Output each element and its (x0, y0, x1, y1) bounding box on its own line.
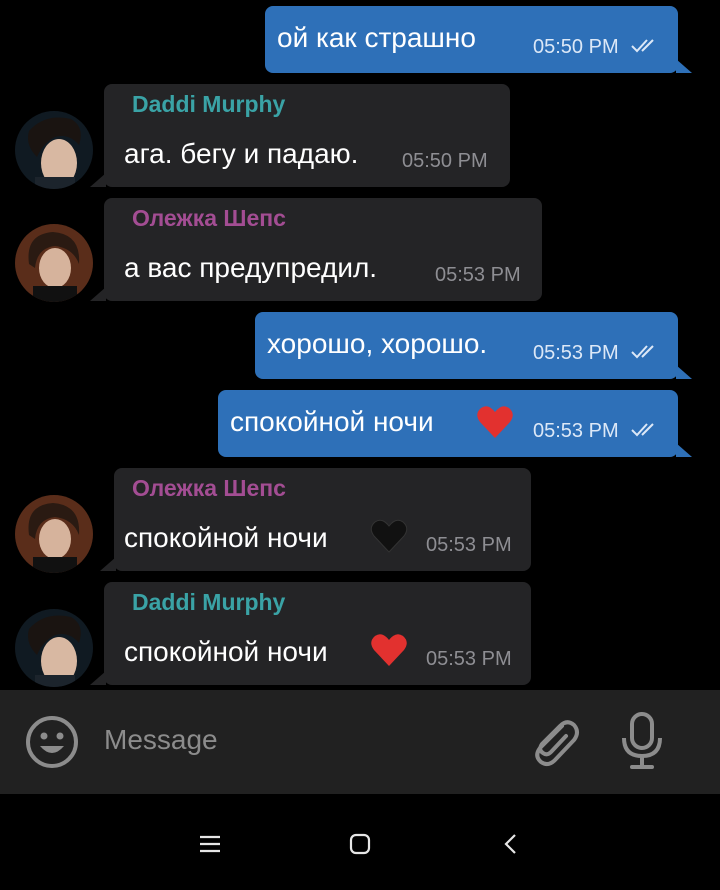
double-check-icon (631, 39, 654, 53)
message-text: хорошо, хорошо. (267, 328, 488, 359)
message-bubble-outgoing[interactable]: хорошо, хорошо. 05:53 PM (255, 312, 692, 379)
message-bubble-incoming[interactable]: Daddi Murphy спокойной ночи 05:53 PM (90, 582, 531, 685)
emoji-icon[interactable] (24, 714, 80, 770)
sender-name[interactable]: Олежка Шепс (132, 475, 286, 502)
message-time: 05:50 PM (402, 150, 488, 172)
red-heart-emoji (371, 634, 407, 666)
sender-name[interactable]: Daddi Murphy (132, 91, 285, 118)
message-text: а вас предупредил. (124, 252, 378, 283)
message-time: 05:53 PM (426, 534, 512, 556)
message-bubble-incoming[interactable]: Олежка Шепс спокойной ночи 05:53 PM (100, 468, 531, 571)
sender-name[interactable]: Daddi Murphy (132, 589, 285, 616)
message-time: 05:53 PM (533, 342, 619, 364)
home-icon[interactable] (340, 824, 380, 864)
attach-icon[interactable] (524, 712, 582, 770)
message-bubble-incoming[interactable]: Daddi Murphy ага. бегу и падаю. 05:50 PM (90, 84, 510, 187)
mic-icon[interactable] (616, 710, 668, 772)
avatar-daddi-murphy[interactable] (15, 609, 93, 687)
message-text: ага. бегу и падаю. (124, 138, 359, 169)
avatar-daddi-murphy[interactable] (15, 111, 93, 189)
avatar-olezhka-sheps[interactable] (15, 495, 93, 573)
red-heart-emoji (477, 406, 513, 438)
sender-name[interactable]: Олежка Шепс (132, 205, 286, 232)
message-text: спокойной ночи (124, 636, 328, 667)
back-icon[interactable] (490, 824, 530, 864)
message-text: ой как страшно (277, 22, 476, 53)
system-nav-bar (0, 794, 720, 890)
message-list[interactable]: ой как страшно 05:50 PM Daddi Murphy ага… (0, 0, 720, 690)
message-time: 05:53 PM (435, 264, 521, 286)
message-input[interactable] (104, 712, 504, 768)
message-text: спокойной ночи (124, 522, 328, 553)
message-bubble-outgoing[interactable]: спокойной ночи 05:53 PM (218, 390, 692, 457)
black-heart-emoji (370, 519, 408, 553)
message-time: 05:53 PM (426, 648, 512, 670)
double-check-icon (631, 345, 654, 359)
message-bubble-outgoing[interactable]: ой как страшно 05:50 PM (265, 6, 692, 73)
message-bubble-incoming[interactable]: Олежка Шепс а вас предупредил. 05:53 PM (90, 198, 542, 301)
message-composer (0, 690, 720, 794)
menu-icon[interactable] (190, 824, 230, 864)
message-time: 05:50 PM (533, 36, 619, 58)
double-check-icon (631, 423, 654, 437)
message-time: 05:53 PM (533, 420, 619, 442)
message-text: спокойной ночи (230, 406, 434, 437)
avatar-olezhka-sheps[interactable] (15, 224, 93, 302)
